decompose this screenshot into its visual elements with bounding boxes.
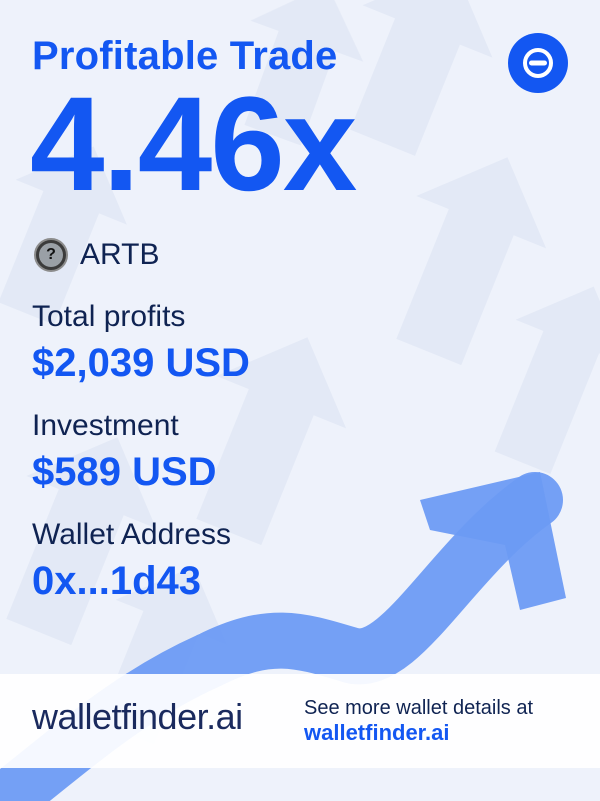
wallet-address-label: Wallet Address [32, 518, 231, 551]
unknown-token-icon: ? [34, 238, 68, 272]
footer-note: See more wallet details at [304, 697, 534, 719]
investment-value: $589 USD [32, 450, 217, 494]
investment-label: Investment [32, 409, 179, 442]
token-row: ? ARTB [34, 238, 159, 272]
total-profits-value: $2,039 USD [32, 341, 250, 385]
footer-link[interactable]: walletfinder.ai [304, 720, 450, 746]
wallet-address-value: 0x...1d43 [32, 559, 202, 603]
token-symbol: ARTB [80, 238, 160, 271]
brand-logo-icon [508, 33, 568, 93]
total-profits-label: Total profits [32, 300, 186, 333]
profit-multiplier: 4.46x [30, 70, 357, 219]
brand-wordmark: walletfinder.ai [32, 696, 243, 737]
